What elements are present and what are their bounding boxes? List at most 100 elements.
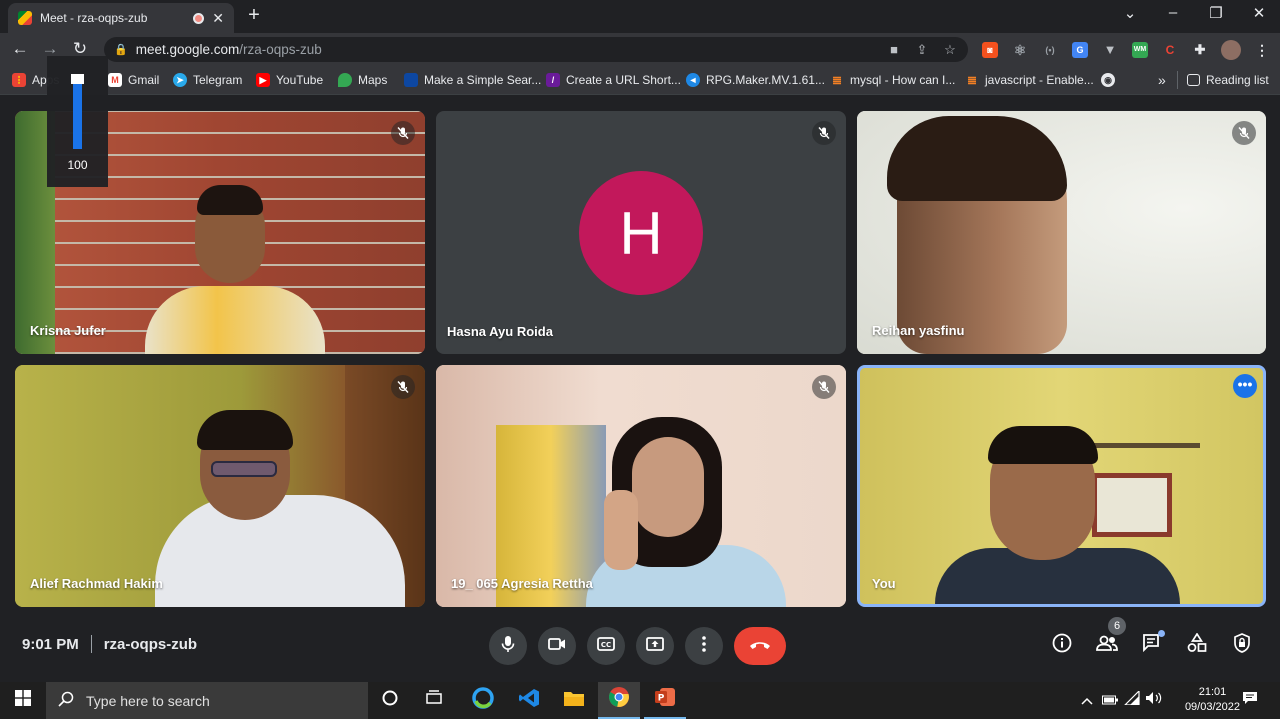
people-icon: [1095, 635, 1119, 656]
chat-button[interactable]: [1137, 630, 1167, 660]
extension-icon[interactable]: C: [1162, 42, 1178, 58]
info-icon: [1052, 633, 1072, 658]
mic-off-icon: [391, 375, 415, 399]
leave-call-button[interactable]: [734, 627, 786, 665]
closed-captions-icon: CC: [597, 636, 615, 656]
bookmark-label: Gmail: [128, 73, 160, 87]
participant-tile[interactable]: 19_ 065 Agresia Rettha: [436, 365, 846, 607]
taskbar-app-chrome[interactable]: [598, 682, 640, 719]
volume-slider-knob[interactable]: [71, 74, 84, 84]
extension-icon[interactable]: WM: [1132, 42, 1148, 58]
participant-name: Alief Rachmad Hakim: [30, 576, 163, 591]
chat-notification-dot: [1158, 630, 1165, 637]
bookmark-label: YouTube: [276, 73, 324, 87]
profile-avatar[interactable]: [1221, 40, 1241, 60]
eyeglasses-shape: [211, 461, 277, 477]
microphone-button[interactable]: [489, 627, 527, 665]
close-tab-icon[interactable]: ✕: [212, 10, 224, 27]
bookmark-favicon-icon: ◄: [686, 73, 700, 87]
more-options-button[interactable]: [685, 627, 723, 665]
bookmark-youtube[interactable]: ▶ YouTube: [256, 71, 323, 89]
reading-list-label: Reading list: [1206, 73, 1269, 87]
windows-taskbar: Type here to search P 21:01 09/03/2022: [0, 682, 1280, 719]
more-options-icon[interactable]: •••: [1233, 374, 1257, 398]
cortana-button[interactable]: [369, 682, 411, 719]
extension-icon[interactable]: ◙: [982, 42, 998, 58]
taskbar-app-vscode[interactable]: [508, 682, 550, 719]
person-face-shape: [632, 437, 704, 537]
youtube-icon: ▶: [256, 73, 270, 87]
vertical-dots-icon: [702, 635, 706, 657]
bookmark-label: Create a URL Short...: [566, 73, 681, 87]
tab-strip: Meet - rza-oqps-zub ✕ + ⌄ – ❐ ✕: [0, 0, 1280, 33]
url-path: /rza-oqps-zub: [239, 42, 322, 57]
chrome-menu-icon[interactable]: ⋮: [1254, 42, 1270, 58]
participant-tile[interactable]: H Hasna Ayu Roida: [436, 111, 846, 354]
activities-button[interactable]: [1182, 630, 1212, 660]
bookmark-mysql[interactable]: ≣ mysql - How can I...: [830, 71, 955, 89]
battery-button[interactable]: [1099, 682, 1121, 719]
share-icon[interactable]: ⇪: [910, 37, 934, 62]
mic-off-icon: [391, 121, 415, 145]
taskbar-app-file-explorer[interactable]: [553, 682, 595, 719]
self-view-tile[interactable]: ••• You: [857, 365, 1266, 607]
extensions-puzzle-icon[interactable]: ✚: [1192, 42, 1208, 58]
task-view-button[interactable]: [413, 682, 455, 719]
extension-icon[interactable]: (•): [1042, 42, 1058, 58]
edge-icon: [472, 687, 494, 714]
network-button[interactable]: [1121, 682, 1143, 719]
bookmark-globe[interactable]: ◉: [1101, 71, 1115, 89]
captions-button[interactable]: CC: [587, 627, 625, 665]
address-bar[interactable]: 🔒 meet.google.com/rza-oqps-zub ■ ⇪ ☆: [104, 37, 968, 62]
taskbar-search-box[interactable]: Type here to search: [46, 682, 368, 719]
bookmark-maps[interactable]: Maps: [338, 71, 387, 89]
translate-icon[interactable]: G: [1072, 42, 1088, 58]
minimize-button[interactable]: –: [1153, 4, 1193, 21]
volume-button[interactable]: [1143, 682, 1165, 719]
meeting-details: 9:01 PM rza-oqps-zub: [22, 635, 197, 653]
browser-tab[interactable]: Meet - rza-oqps-zub ✕: [8, 3, 234, 33]
bookmark-rpgmaker[interactable]: ◄ RPG.Maker.MV.1.61...: [686, 71, 825, 89]
mic-off-icon: [1232, 121, 1256, 145]
maximize-button[interactable]: ❐: [1196, 4, 1236, 22]
participant-tile[interactable]: Reihan yasfinu: [857, 111, 1266, 354]
tab-search-chevron-icon[interactable]: ⌄: [1110, 4, 1150, 22]
meeting-info-button[interactable]: [1047, 630, 1077, 660]
bookmark-label: Make a Simple Sear...: [424, 73, 542, 87]
present-now-button[interactable]: [636, 627, 674, 665]
telegram-icon: ➤: [173, 73, 187, 87]
participant-tile[interactable]: Alief Rachmad Hakim: [15, 365, 425, 607]
shelf-shape: [1080, 443, 1200, 448]
chrome-icon: [608, 686, 630, 713]
bookmark-favicon-icon: [404, 73, 418, 87]
taskbar-app-edge[interactable]: [462, 682, 504, 719]
close-window-button[interactable]: ✕: [1239, 4, 1279, 22]
bookmark-star-icon[interactable]: ☆: [938, 37, 962, 62]
meeting-time: 9:01 PM: [22, 635, 79, 653]
taskbar-app-powerpoint[interactable]: P: [644, 682, 686, 719]
overflow-chevron-icon: »: [1158, 72, 1166, 88]
back-button[interactable]: ←: [10, 39, 30, 59]
camera-indicator-icon[interactable]: ■: [882, 37, 906, 62]
react-devtools-icon[interactable]: ⚛: [1012, 42, 1028, 58]
camera-button[interactable]: [538, 627, 576, 665]
bookmark-gmail[interactable]: M Gmail: [108, 71, 159, 89]
bookmark-javascript[interactable]: ≣ javascript - Enable...: [965, 71, 1094, 89]
bookmark-label: mysql - How can I...: [850, 73, 956, 87]
host-controls-button[interactable]: [1227, 630, 1257, 660]
new-tab-button[interactable]: +: [244, 4, 264, 27]
bookmark-telegram[interactable]: ➤ Telegram: [173, 71, 242, 89]
show-hidden-icons-button[interactable]: [1075, 682, 1099, 719]
meet-favicon-icon: [18, 11, 32, 25]
reading-list-button[interactable]: Reading list: [1187, 71, 1269, 89]
participant-name: Krisna Jufer: [30, 323, 106, 338]
participant-name: Hasna Ayu Roida: [447, 324, 553, 339]
vue-devtools-icon[interactable]: ▼: [1102, 42, 1118, 58]
start-button[interactable]: [2, 682, 44, 719]
windows-logo-icon: [15, 690, 31, 711]
bookmarks-overflow-button[interactable]: »: [1158, 71, 1166, 89]
notifications-button[interactable]: [1232, 682, 1268, 719]
bookmark-url-shortener[interactable]: / Create a URL Short...: [546, 71, 681, 89]
powerpoint-icon: P: [654, 687, 676, 712]
bookmark-simple-search[interactable]: Make a Simple Sear...: [404, 71, 541, 89]
